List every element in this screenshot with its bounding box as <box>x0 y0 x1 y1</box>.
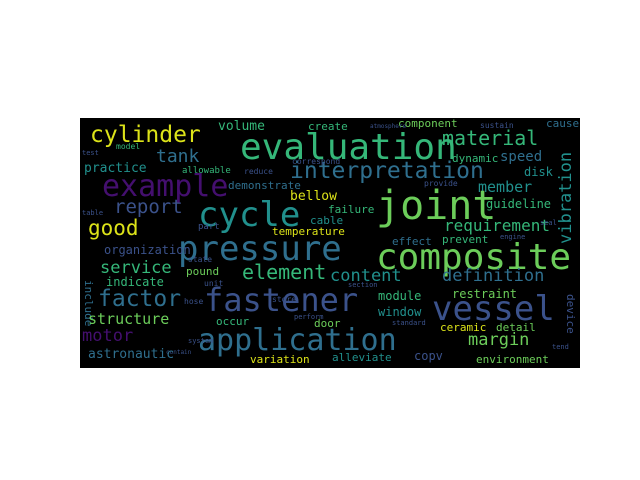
word-table: table <box>82 209 104 217</box>
word-store: store <box>272 295 297 304</box>
word-vibration: vibration <box>556 151 576 244</box>
word-disk: disk <box>524 165 553 179</box>
word-model: model <box>116 142 141 151</box>
word-copv: copv <box>414 349 443 363</box>
word-system: system <box>188 337 214 345</box>
word-organization: organization <box>104 243 191 257</box>
word-element: element <box>242 260 327 284</box>
word-motor: motor <box>82 326 134 346</box>
word-standard: standard <box>392 319 426 327</box>
word-tank: tank <box>156 146 200 167</box>
word-perform: perform <box>294 313 324 321</box>
word-margin: margin <box>468 330 530 350</box>
word-definition: definition <box>442 266 545 286</box>
word-module: module <box>378 289 422 303</box>
word-window: window <box>378 305 422 319</box>
word-alleviate: alleviate <box>332 351 392 364</box>
word-correspond: correspond <box>292 157 341 166</box>
word-variation: variation <box>250 353 310 366</box>
word-environment: environment <box>476 353 549 366</box>
word-factor: factor <box>98 286 182 312</box>
word-pound: pound <box>186 265 220 278</box>
word-hose: hose <box>184 297 204 306</box>
word-speed: speed <box>500 149 543 165</box>
word-test: test <box>82 149 99 157</box>
word-requirement: requirement <box>444 216 550 235</box>
word-seal: seal <box>540 219 557 227</box>
word-state: state <box>188 255 213 264</box>
word-device: device <box>564 294 577 334</box>
word-bellow: bellow <box>290 189 337 204</box>
word-good: report <box>114 196 183 218</box>
word-report: good <box>88 216 139 240</box>
word-section: section <box>348 281 378 289</box>
word-cloud: volume create component cause sustain at… <box>80 118 580 368</box>
word-cause: cause <box>546 118 580 130</box>
word-guideline: guideline <box>486 197 552 211</box>
word-cylinder: cylinder <box>90 122 201 148</box>
word-tend: tend <box>552 343 569 351</box>
word-material: material <box>442 126 539 150</box>
word-astronautic: astronautic <box>88 347 175 362</box>
word-structure: structure <box>88 310 170 328</box>
word-reduce: reduce <box>244 167 273 176</box>
